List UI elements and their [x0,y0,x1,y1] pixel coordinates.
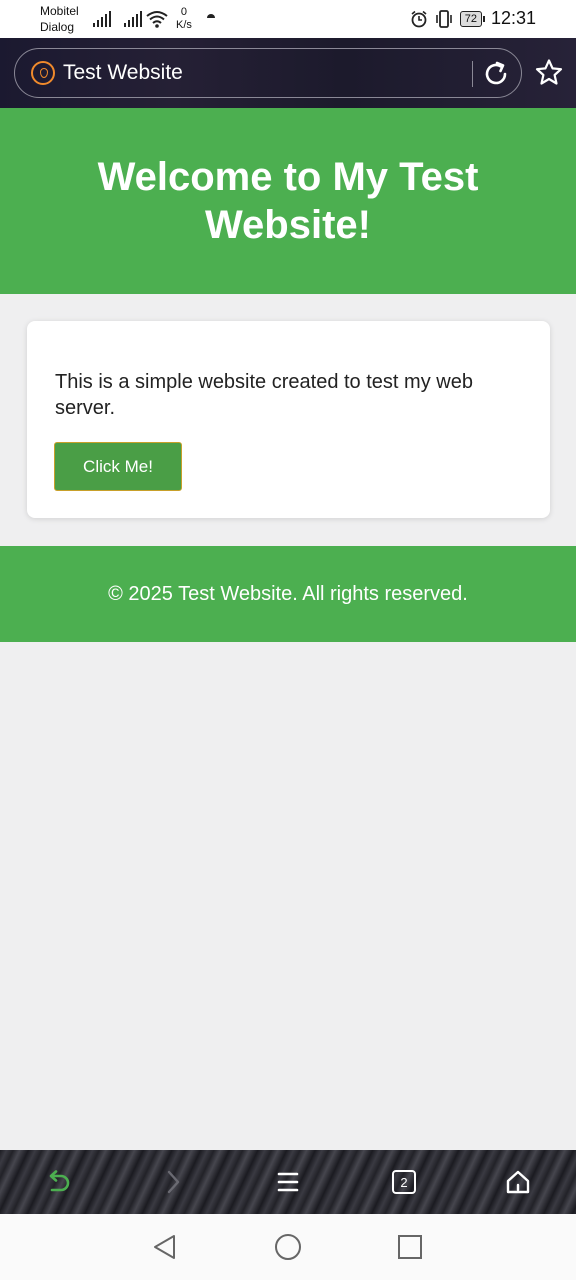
page-title: Welcome to My Test Website! [97,155,479,247]
reload-icon[interactable] [481,59,511,89]
site-header: Welcome to My Test Website! [0,108,576,294]
back-arrow-icon [49,1170,70,1192]
battery-level: 72 [459,10,482,27]
home-button[interactable] [502,1166,534,1198]
forward-chevron-icon [167,1170,180,1194]
card-text: This is a simple website created to test… [55,371,473,419]
menu-icon [277,1172,299,1192]
battery-icon: 72 [459,10,485,27]
alarm-icon [411,10,427,27]
address-title[interactable]: Test Website [63,61,183,85]
tabs-button[interactable]: 2 [388,1166,420,1198]
system-navigation-bar [0,1214,576,1280]
upload-icon [207,14,215,18]
status-right: 72 12:31 [410,8,536,29]
status-bar: Mobitel Dialog 0 K/s 72 12:31 [0,0,576,38]
carrier-2: Dialog [40,20,75,34]
tabs-icon: 2 [392,1170,416,1194]
click-me-button[interactable]: Click Me! [54,442,182,491]
carrier-names: Mobitel Dialog [40,3,79,35]
address-bar[interactable]: Test Website [14,48,522,98]
content-card: This is a simple website created to test… [27,321,550,518]
back-triangle-icon[interactable] [150,1232,180,1262]
site-footer: © 2025 Test Website. All rights reserved… [0,546,576,642]
forward-button[interactable] [156,1166,188,1198]
browser-bottom-nav: 2 [0,1150,576,1214]
network-speed: 0 K/s [176,6,192,32]
vibrate-icon [435,9,452,28]
net-speed-value: 0 [180,6,188,18]
back-button[interactable] [42,1166,74,1198]
wifi-icon [146,11,168,28]
signal-icon [93,11,111,27]
site-favicon-icon [31,61,55,85]
browser-toolbar: Test Website [0,38,576,108]
signal-icon [124,11,142,27]
menu-button[interactable] [272,1166,304,1198]
tab-count: 2 [392,1170,416,1194]
net-speed-unit: K/s [176,19,192,31]
footer-text: © 2025 Test Website. All rights reserved… [108,582,468,605]
home-icon [506,1170,530,1194]
carrier-1: Mobitel [40,4,79,18]
clock: 12:31 [490,8,536,28]
home-circle-icon[interactable] [273,1232,303,1262]
recents-square-icon[interactable] [395,1232,425,1262]
divider [472,61,473,87]
star-icon[interactable] [534,58,564,88]
